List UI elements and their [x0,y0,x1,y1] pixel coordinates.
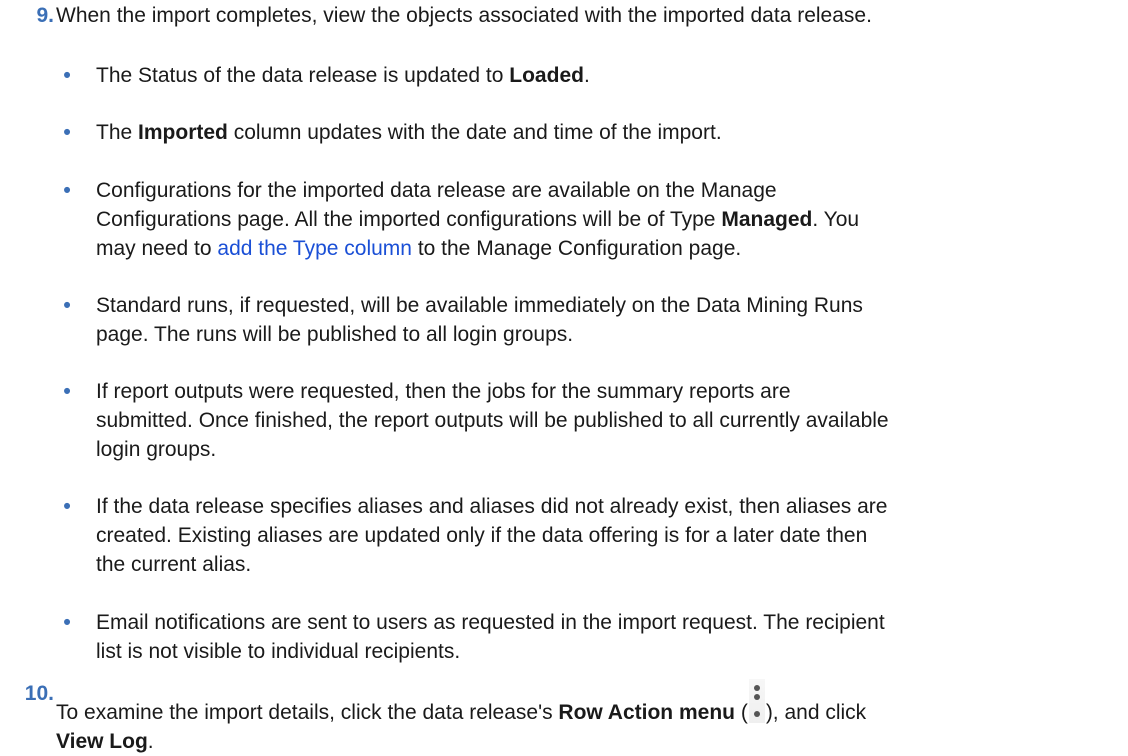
bullet-icon: • [63,495,71,518]
text-segment: The Status of the data release is update… [96,64,510,87]
step-number: 10. [24,682,54,705]
list-item-line: Standard runs, if requested, will be ava… [96,291,1116,320]
list-item-text: Standard runs, if requested, will be ava… [96,291,1116,349]
list-item-line: The Imported column updates with the dat… [96,118,1116,147]
step-text-line-1: To examine the import details, click the… [56,679,1116,727]
bold-term: Managed [721,207,813,231]
step-text-segment: ( [734,701,748,724]
bullet-icon: • [63,179,71,202]
text-segment: to the Manage Configuration page. [411,236,742,260]
bullet-icon: • [63,380,71,403]
text-segment: column updates with the date and time of… [227,121,722,144]
list-item-text: The Status of the data release is update… [96,61,1116,90]
text-segment: Configurations for the imported data rel… [96,179,777,202]
bullet-icon: • [63,611,71,634]
list-item-line: If the data release specifies aliases an… [96,492,1116,521]
text-segment: If the data release specifies aliases an… [96,495,888,518]
kebab-menu-icon [748,679,765,723]
text-segment: Standard runs, if requested, will be ava… [96,294,863,317]
text-segment: list is not visible to individual recipi… [96,639,461,663]
text-segment: page. The runs will be published to all … [96,322,574,346]
bullet-icon: • [63,121,71,144]
list-item-line: Configurations for the imported data rel… [96,176,1116,205]
step-text-segment: To examine the import details, click the… [56,701,559,724]
list-item-line: page. The runs will be published to all … [96,320,1116,349]
text-segment: . [583,64,590,87]
step-text-segment: ), and click [765,701,867,724]
step-text: To examine the import details, click the… [56,679,1116,756]
text-segment: Configurations page. All the imported co… [96,207,722,231]
text-segment: If report outputs were requested, then t… [96,380,791,403]
list-item-line: Email notifications are sent to users as… [96,608,1116,637]
list-item-line: submitted. Once finished, the report out… [96,406,1116,435]
text-segment: may need to [96,236,218,260]
kebab-dot [753,711,760,717]
text-segment: Email notifications are sent to users as… [96,611,885,634]
list-item-line: Configurations page. All the imported co… [96,205,1116,234]
kebab-dot [753,685,760,691]
bold-term: Loaded [509,64,584,87]
add-type-column-link[interactable]: add the Type column [217,237,412,260]
bullet-icon: • [63,294,71,317]
document-page: 9. When the import completes, view the o… [0,0,1128,753]
step-number: 9. [36,4,54,27]
list-item-text: The Imported column updates with the dat… [96,118,1116,147]
text-segment: the current alias. [96,552,252,576]
step-text: When the import completes, view the obje… [56,4,872,27]
text-segment: . You [812,207,860,231]
view-log-term: View Log [56,730,148,753]
step-text-line-2: View Log. [56,727,1116,756]
list-item-line: login groups. [96,435,1116,464]
list-item-line: may need to add the Type column to the M… [96,234,1116,263]
list-item-line: created. Existing aliases are updated on… [96,521,1116,550]
text-segment: The [96,121,139,144]
bold-term: Imported [138,121,228,144]
text-segment: submitted. Once finished, the report out… [96,408,889,432]
list-item-text: Email notifications are sent to users as… [96,608,1116,666]
kebab-dot [753,694,760,700]
list-item-line: the current alias. [96,550,1116,579]
list-item-text: If the data release specifies aliases an… [96,492,1116,578]
list-item-text: If report outputs were requested, then t… [96,377,1116,463]
step-text-segment: . [147,730,154,753]
row-action-menu-term: Row Action menu [558,701,735,724]
text-segment: login groups. [96,437,217,461]
list-item-line: list is not visible to individual recipi… [96,637,1116,666]
list-item-text: Configurations for the imported data rel… [96,176,1116,262]
list-item-line: The Status of the data release is update… [96,61,1116,90]
list-item-line: If report outputs were requested, then t… [96,377,1116,406]
bullet-icon: • [63,64,71,87]
text-segment: created. Existing aliases are updated on… [96,523,868,547]
